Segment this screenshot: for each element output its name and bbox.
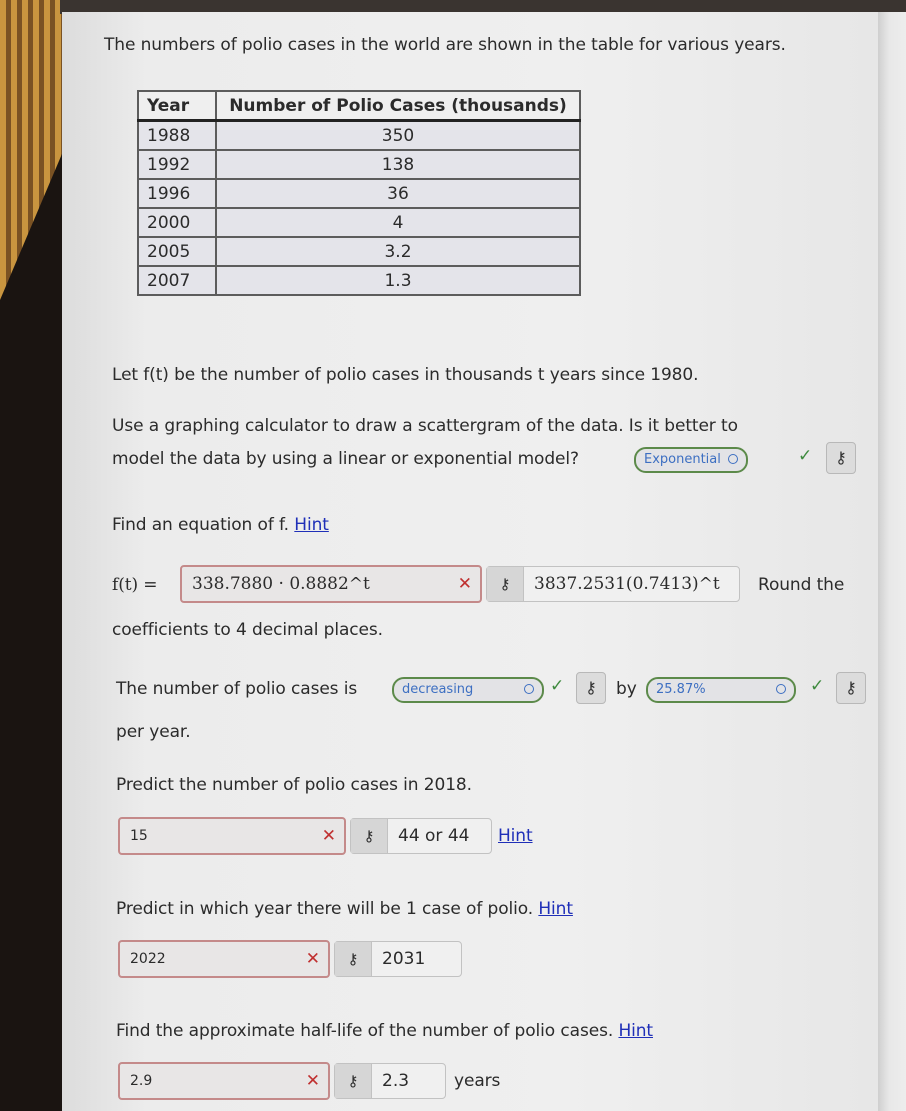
key-icon: ⚷ (487, 567, 524, 601)
key-icon: ⚷ (351, 819, 388, 853)
table-row: 1988 350 (137, 119, 581, 151)
hint-link[interactable]: Hint (538, 899, 573, 919)
correct-answer-box: ⚷ 44 or 44 (350, 818, 492, 854)
cell-cases: 3.2 (215, 236, 581, 267)
table-row: 2000 4 (137, 207, 581, 238)
q2-prompt: Find an equation of f. Hint (112, 514, 329, 536)
check-icon: ✓ (810, 676, 825, 696)
select-arrow-icon (524, 684, 534, 694)
hint-link[interactable]: Hint (294, 515, 329, 535)
check-icon: ✓ (798, 446, 813, 466)
equation-lhs: f(t) = (112, 575, 158, 595)
q6-prompt: Find the approximate half-life of the nu… (116, 1020, 653, 1042)
key-icon: ⚷ (335, 942, 372, 976)
key-icon: ⚷ (845, 678, 857, 697)
q3-suffix: per year. (116, 722, 191, 742)
definition-text: Let f(t) be the number of polio cases in… (112, 365, 699, 385)
q2-line2: coefficients to 4 decimal places. (112, 620, 383, 640)
prediction-2018-input[interactable]: 15 ✕ (118, 817, 346, 855)
table-row: 2007 1.3 (137, 265, 581, 296)
q3-by: by (616, 679, 637, 699)
cell-year: 2005 (137, 236, 217, 267)
hint-link[interactable]: Hint (498, 825, 533, 847)
trend-value: decreasing (402, 682, 474, 697)
prediction-2018-value: 15 (130, 828, 148, 844)
cell-cases: 4 (215, 207, 581, 238)
q1-line1: Use a graphing calculator to draw a scat… (112, 416, 738, 436)
incorrect-x-icon: ✕ (457, 574, 472, 594)
correct-answer-box: ⚷ 3837.2531(0.7413)^t (486, 566, 740, 602)
correct-answer-box: ⚷ 2.3 (334, 1063, 446, 1099)
q5-prompt-text: Predict in which year there will be 1 ca… (116, 899, 534, 919)
cell-cases: 350 (215, 119, 581, 151)
rate-value: 25.87% (656, 682, 706, 697)
correct-answer-value: 3837.2531(0.7413)^t (534, 574, 720, 594)
correct-answer-box: ⚷ 2031 (334, 941, 462, 977)
equation-input-value: 338.7880 · 0.8882^t (192, 574, 370, 594)
correct-answer-value: 2031 (382, 949, 426, 969)
incorrect-x-icon: ✕ (321, 826, 336, 846)
q4-prompt: Predict the number of polio cases in 201… (116, 775, 472, 795)
header-cases: Number of Polio Cases (thousands) (215, 90, 581, 122)
cell-year: 2007 (137, 265, 217, 296)
correct-answer-value: 2.3 (382, 1071, 410, 1091)
q1-line2: model the data by using a linear or expo… (112, 449, 579, 469)
rate-select[interactable]: 25.87% (646, 677, 796, 703)
cell-year: 1996 (137, 178, 217, 209)
cell-cases: 1.3 (215, 265, 581, 296)
key-icon: ⚷ (585, 678, 597, 697)
key-icon: ⚷ (335, 1064, 372, 1098)
answer-key-button[interactable]: ⚷ (836, 672, 866, 704)
cell-year: 2000 (137, 207, 217, 238)
q6-prompt-text: Find the approximate half-life of the nu… (116, 1021, 614, 1041)
incorrect-x-icon: ✕ (305, 1071, 320, 1091)
table-row: 1992 138 (137, 149, 581, 180)
trend-select[interactable]: decreasing (392, 677, 544, 703)
problem-content: The numbers of polio cases in the world … (62, 12, 906, 1111)
model-type-select[interactable]: Exponential (634, 447, 748, 473)
hint-link[interactable]: Hint (618, 1021, 653, 1041)
table-row: 2005 3.2 (137, 236, 581, 267)
model-type-value: Exponential (644, 452, 721, 467)
q3-prefix: The number of polio cases is (116, 679, 358, 699)
cell-year: 1988 (137, 119, 217, 151)
q2-after-text: Round the (758, 575, 845, 595)
correct-answer-value: 44 or 44 (398, 826, 470, 846)
year-prediction-value: 2022 (130, 951, 166, 967)
year-prediction-input[interactable]: 2022 ✕ (118, 940, 330, 978)
table-row: 1996 36 (137, 178, 581, 209)
screen: The numbers of polio cases in the world … (62, 12, 906, 1111)
half-life-input[interactable]: 2.9 ✕ (118, 1062, 330, 1100)
check-icon: ✓ (550, 676, 565, 696)
q2-prompt-text: Find an equation of f. (112, 515, 289, 535)
answer-key-button[interactable]: ⚷ (826, 442, 856, 474)
select-arrow-icon (776, 684, 786, 694)
incorrect-x-icon: ✕ (305, 949, 320, 969)
polio-data-table: Year Number of Polio Cases (thousands) 1… (137, 90, 581, 296)
cell-year: 1992 (137, 149, 217, 180)
cell-cases: 36 (215, 178, 581, 209)
select-arrow-icon (728, 454, 738, 464)
q5-prompt: Predict in which year there will be 1 ca… (116, 898, 573, 920)
table-header-row: Year Number of Polio Cases (thousands) (137, 90, 581, 122)
header-year: Year (137, 90, 217, 122)
equation-input[interactable]: 338.7880 · 0.8882^t ✕ (180, 565, 482, 603)
answer-key-button[interactable]: ⚷ (576, 672, 606, 704)
intro-text: The numbers of polio cases in the world … (104, 35, 786, 55)
cell-cases: 138 (215, 149, 581, 180)
half-life-unit: years (454, 1071, 501, 1091)
background-wood (0, 0, 70, 300)
key-icon: ⚷ (835, 448, 847, 467)
half-life-value: 2.9 (130, 1073, 153, 1089)
